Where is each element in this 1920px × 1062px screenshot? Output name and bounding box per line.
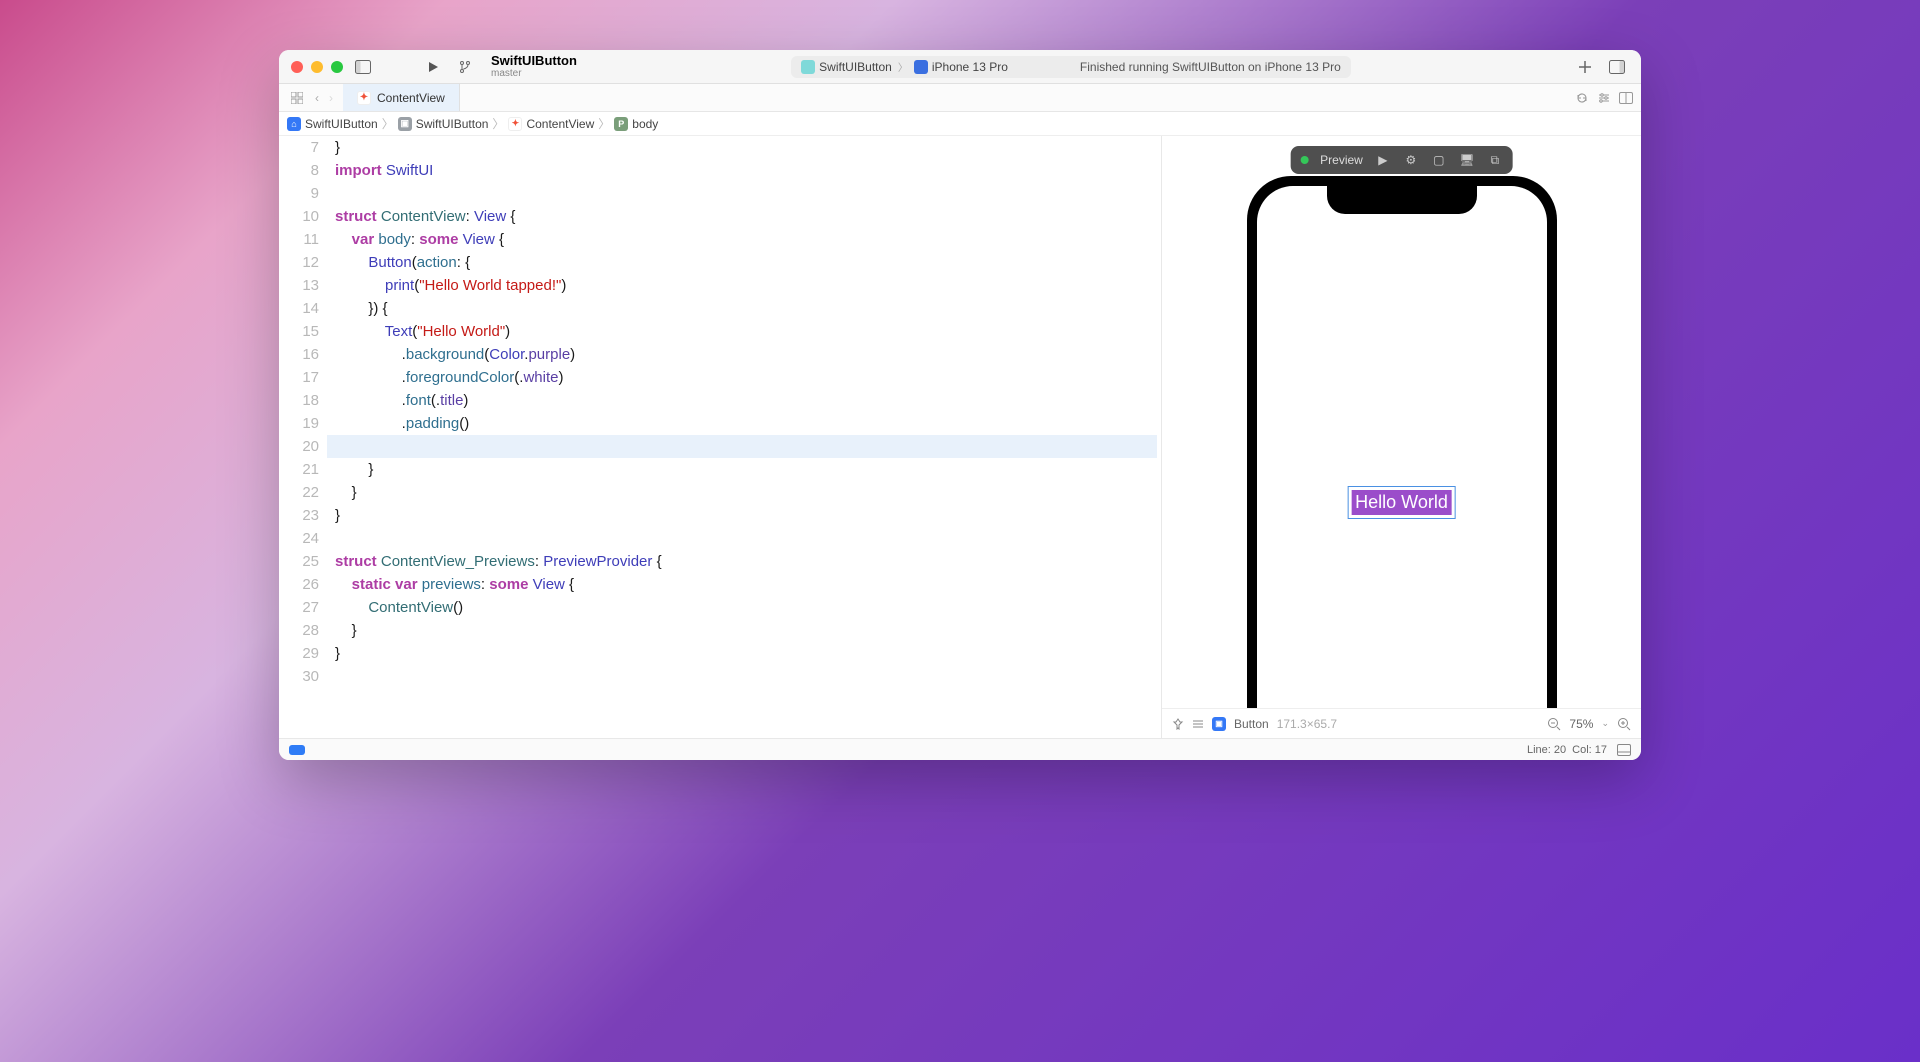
breadcrumb-item[interactable]: ContentView: [526, 117, 594, 131]
tab-nav: ‹ ›: [279, 84, 343, 111]
element-icon: ▣: [1212, 717, 1226, 731]
property-icon: P: [614, 117, 628, 131]
live-indicator-icon: [1300, 156, 1308, 164]
chevron-right-icon: 〉: [598, 115, 610, 132]
zoom-level[interactable]: 75%: [1569, 717, 1593, 731]
branch-name: master: [491, 68, 577, 79]
xcode-window: SwiftUIButton master SwiftUIButton 〉 iPh…: [279, 50, 1641, 760]
preview-pane: Preview ▶ ⚙ ▢ 🖥 ⧉ Hello World: [1161, 136, 1641, 738]
run-button[interactable]: [421, 55, 445, 79]
tabbar: ‹ › ✦ ContentView: [279, 84, 1641, 112]
adjust-icon[interactable]: [1597, 91, 1611, 105]
scheme-device-label: iPhone 13 Pro: [932, 60, 1008, 74]
project-name: SwiftUIButton: [491, 54, 577, 68]
grid-icon[interactable]: [285, 86, 309, 110]
zoom-out-icon[interactable]: [1547, 717, 1561, 731]
line-gutter: 7891011121314151617181920212223242526272…: [279, 136, 331, 738]
swift-file-icon: ✦: [508, 117, 522, 131]
play-icon[interactable]: ▶: [1375, 152, 1391, 168]
zoom-in-icon[interactable]: [1617, 717, 1631, 731]
cursor-line: Line: 20: [1527, 744, 1566, 756]
breadcrumb-item[interactable]: body: [632, 117, 658, 131]
add-button[interactable]: [1573, 55, 1597, 79]
selected-element-label: Button: [1234, 717, 1269, 731]
chevron-right-icon: 〉: [492, 115, 504, 132]
debug-indicator-icon[interactable]: [289, 745, 305, 755]
main-split: 7891011121314151617181920212223242526272…: [279, 136, 1641, 738]
breadcrumb-item[interactable]: SwiftUIButton: [416, 117, 489, 131]
breadcrumb-item[interactable]: SwiftUIButton: [305, 117, 378, 131]
tab-contentview[interactable]: ✦ ContentView: [343, 84, 460, 111]
swift-file-icon: ✦: [357, 91, 371, 105]
tab-label: ContentView: [377, 91, 445, 105]
bottom-statusbar: Line: 20 Col: 17: [279, 738, 1641, 760]
scheme-target-icon: [801, 60, 815, 74]
preview-statusbar: ▣ Button 171.3×65.7 75% ⌄: [1162, 708, 1641, 738]
preview-canvas[interactable]: Preview ▶ ⚙ ▢ 🖥 ⧉ Hello World: [1162, 136, 1641, 708]
scheme-target-label: SwiftUIButton: [819, 60, 892, 74]
sidebar-toggle-icon[interactable]: [351, 55, 375, 79]
display-icon[interactable]: 🖥: [1459, 152, 1475, 168]
code-content[interactable]: } import SwiftUI struct ContentView: Vie…: [331, 136, 1161, 738]
chevron-right-icon: 〉: [382, 115, 394, 132]
refresh-icon[interactable]: [1575, 91, 1589, 105]
minimize-window-button[interactable]: [311, 61, 323, 73]
split-icon[interactable]: [1619, 92, 1633, 104]
titlebar: SwiftUIButton master SwiftUIButton 〉 iPh…: [279, 50, 1641, 84]
close-window-button[interactable]: [291, 61, 303, 73]
project-title: SwiftUIButton master: [491, 54, 577, 79]
scheme-selector[interactable]: SwiftUIButton 〉 iPhone 13 Pro Finished r…: [791, 56, 1351, 78]
adjust-icon[interactable]: [1192, 718, 1204, 730]
selected-element-size: 171.3×65.7: [1277, 717, 1337, 731]
scheme-device-icon: [914, 60, 928, 74]
sample-button[interactable]: Hello World: [1351, 490, 1452, 515]
library-toggle-icon[interactable]: [1605, 55, 1629, 79]
preview-toolbar: Preview ▶ ⚙ ▢ 🖥 ⧉: [1290, 146, 1513, 174]
device-notch: [1327, 186, 1477, 214]
chevron-down-icon[interactable]: ⌄: [1601, 718, 1609, 729]
nav-back-button[interactable]: ‹: [311, 89, 323, 107]
duplicate-icon[interactable]: ⧉: [1487, 152, 1503, 168]
build-status: Finished running SwiftUIButton on iPhone…: [1080, 60, 1341, 74]
code-editor[interactable]: 7891011121314151617181920212223242526272…: [279, 136, 1161, 738]
nav-forward-button[interactable]: ›: [325, 89, 337, 107]
device-frame: Hello World: [1247, 176, 1557, 708]
pin-icon[interactable]: [1172, 718, 1184, 730]
branch-icon[interactable]: [453, 55, 477, 79]
chevron-right-icon: 〉: [898, 59, 908, 74]
device-icon[interactable]: ▢: [1431, 152, 1447, 168]
preview-label: Preview: [1320, 153, 1363, 167]
folder-icon: ▣: [398, 117, 412, 131]
window-controls: [291, 61, 343, 73]
project-icon: ⌂: [287, 117, 301, 131]
selection-outline[interactable]: Hello World: [1347, 486, 1456, 519]
breadcrumb: ⌂ SwiftUIButton 〉 ▣ SwiftUIButton 〉 ✦ Co…: [279, 112, 1641, 136]
zoom-window-button[interactable]: [331, 61, 343, 73]
settings-icon[interactable]: ⚙: [1403, 152, 1419, 168]
cursor-col: Col: 17: [1572, 744, 1607, 756]
panel-toggle-icon[interactable]: [1617, 744, 1631, 756]
device-screen[interactable]: Hello World: [1257, 186, 1547, 708]
